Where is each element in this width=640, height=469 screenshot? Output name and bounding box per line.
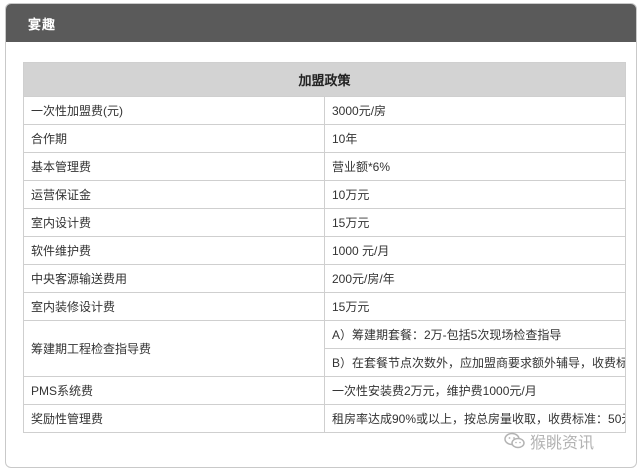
- row-label: 筹建期工程检查指导费: [23, 320, 325, 377]
- franchise-policy-table: 加盟政策 一次性加盟费(元) 3000元/房 合作期 10年 基本管理费 营业额…: [23, 62, 626, 433]
- table-row: 运营保证金 10万元: [23, 180, 626, 209]
- table-row: 中央客源输送费用 200元/房/年: [23, 264, 626, 293]
- row-label: 基本管理费: [23, 152, 325, 181]
- row-label: 一次性加盟费(元): [23, 96, 325, 125]
- row-label: 室内设计费: [23, 208, 325, 237]
- row-value: 200元/房/年: [324, 264, 626, 293]
- row-label: 软件维护费: [23, 236, 325, 265]
- table-row: 室内装修设计费 15万元: [23, 292, 626, 321]
- table-row: 一次性加盟费(元) 3000元/房: [23, 96, 626, 125]
- watermark: 猴眺资讯: [504, 429, 594, 453]
- row-value: 1000 元/月: [324, 236, 626, 265]
- row-value: A）筹建期套餐：2万-包括5次现场检查指导: [324, 320, 626, 349]
- row-label: PMS系统费: [23, 376, 325, 405]
- row-value: 营业额*6%: [324, 152, 626, 181]
- row-value: 10万元: [324, 180, 626, 209]
- table-row: 合作期 10年: [23, 124, 626, 153]
- row-value: 一次性安装费2万元，维护费1000元/月: [324, 376, 626, 405]
- watermark-text: 猴眺资讯: [530, 435, 595, 452]
- row-label: 室内装修设计费: [23, 292, 325, 321]
- table-row: 软件维护费 1000 元/月: [23, 236, 626, 265]
- wechat-icon: [504, 432, 525, 449]
- row-value: 15万元: [324, 292, 626, 321]
- table-title: 加盟政策: [23, 62, 626, 97]
- row-label: 运营保证金: [23, 180, 325, 209]
- row-label: 中央客源输送费用: [23, 264, 325, 293]
- table-row: 基本管理费 营业额*6%: [23, 152, 626, 181]
- panel-title: 宴趣: [6, 4, 636, 42]
- policy-panel: 宴趣 加盟政策 一次性加盟费(元) 3000元/房 合作期 10年 基本管理费 …: [5, 3, 637, 468]
- row-value: B）在套餐节点次数外，应加盟商要求额外辅导，收费标准：3000元/次: [324, 348, 626, 377]
- table-row: PMS系统费 一次性安装费2万元，维护费1000元/月: [23, 376, 626, 405]
- table-row: 室内设计费 15万元: [23, 208, 626, 237]
- row-label: 奖励性管理费: [23, 404, 325, 433]
- row-value: 3000元/房: [324, 96, 626, 125]
- table-row: 筹建期工程检查指导费 A）筹建期套餐：2万-包括5次现场检查指导: [23, 320, 626, 377]
- row-value: 15万元: [324, 208, 626, 237]
- table-header-row: 加盟政策: [23, 62, 626, 97]
- row-label: 合作期: [23, 124, 325, 153]
- row-value: 10年: [324, 124, 626, 153]
